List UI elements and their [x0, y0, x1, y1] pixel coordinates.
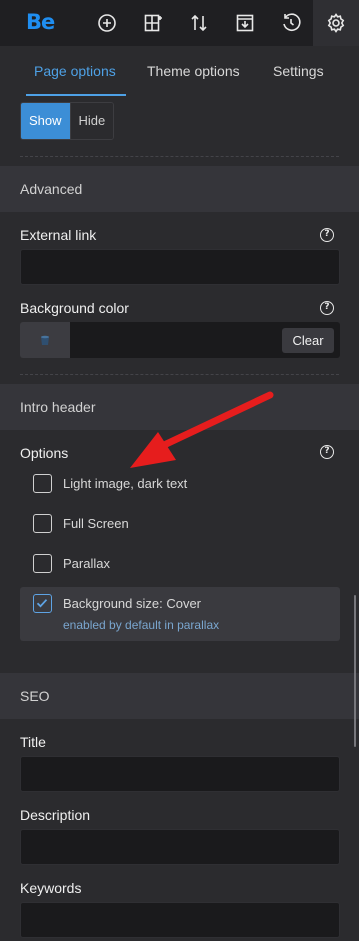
checkbox-checked[interactable] — [33, 594, 52, 613]
external-link-label: External link — [20, 227, 97, 243]
show-button[interactable]: Show — [21, 103, 70, 139]
paint-bucket-icon — [41, 335, 49, 345]
option-label: Full Screen — [63, 516, 129, 531]
divider — [20, 374, 339, 375]
color-picker-button[interactable] — [20, 322, 70, 358]
hide-button[interactable]: Hide — [69, 103, 114, 139]
annotation-arrow-icon — [130, 391, 274, 468]
option-label: Background size: Cover — [63, 596, 202, 611]
section-title: Intro header — [20, 399, 96, 415]
scrollbar[interactable] — [354, 595, 356, 747]
sort-icon — [191, 14, 207, 32]
background-color-label: Background color — [20, 300, 129, 316]
option-label: Parallax — [63, 556, 110, 571]
history-button[interactable] — [268, 0, 314, 46]
seo-section-header[interactable]: SEO — [0, 673, 359, 719]
options-tabs: Page options Theme options Settings — [0, 46, 359, 98]
checkbox[interactable] — [33, 554, 52, 573]
add-section-button[interactable] — [130, 0, 176, 46]
help-icon[interactable]: ? — [320, 228, 334, 242]
external-link-input[interactable] — [20, 249, 340, 285]
add-section-icon — [144, 14, 162, 32]
checkbox[interactable] — [33, 514, 52, 533]
option-full-screen[interactable]: Full Screen — [20, 509, 340, 539]
history-icon — [283, 13, 301, 31]
seo-description-label: Description — [20, 807, 91, 823]
divider — [20, 156, 339, 157]
active-tab-indicator — [26, 94, 126, 96]
tab-settings[interactable]: Settings — [273, 63, 324, 79]
help-icon[interactable]: ? — [320, 301, 334, 315]
options-label: Options — [20, 445, 69, 461]
checkbox[interactable] — [33, 474, 52, 493]
add-circle-icon — [98, 14, 116, 32]
sort-button[interactable] — [176, 0, 222, 46]
add-element-button[interactable] — [84, 0, 130, 46]
section-title: SEO — [20, 688, 50, 704]
clear-color-button[interactable]: Clear — [282, 328, 334, 353]
option-background-size-cover[interactable]: Background size: Cover enabled by defaul… — [20, 587, 340, 641]
be-logo[interactable]: Be — [26, 10, 55, 34]
advanced-section-header[interactable]: Advanced — [0, 166, 359, 212]
top-toolbar: Be — [0, 0, 359, 46]
seo-keywords-label: Keywords — [20, 880, 82, 896]
check-icon — [36, 599, 48, 608]
seo-keywords-input[interactable] — [20, 902, 340, 938]
visibility-toggle: Show Hide — [20, 102, 115, 140]
save-download-icon — [236, 14, 254, 32]
tab-page-options[interactable]: Page options — [34, 63, 116, 79]
tab-theme-options[interactable]: Theme options — [147, 63, 240, 79]
option-parallax[interactable]: Parallax — [20, 549, 340, 579]
help-icon[interactable]: ? — [320, 445, 334, 459]
seo-description-input[interactable] — [20, 829, 340, 865]
section-title: Advanced — [20, 181, 83, 197]
save-download-button[interactable] — [222, 0, 268, 46]
seo-title-input[interactable] — [20, 756, 340, 792]
gear-icon — [327, 13, 345, 33]
settings-button[interactable] — [313, 0, 359, 46]
seo-title-label: Title — [20, 734, 46, 750]
option-note: enabled by default in parallax — [63, 618, 220, 632]
